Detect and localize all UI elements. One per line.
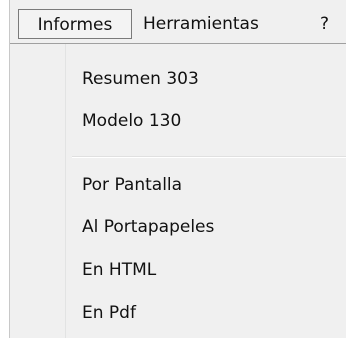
menu-separator — [72, 156, 346, 158]
menu-help[interactable]: ? — [320, 9, 329, 39]
informes-dropdown-menu: Resumen 303 Modelo 130 Por Pantalla Al P… — [10, 43, 346, 338]
menu-bar: Informes Herramientas ? — [10, 0, 346, 44]
menu-item-por-pantalla[interactable]: Por Pantalla — [82, 168, 182, 202]
window-left-edge — [0, 0, 10, 338]
menu-item-en-html[interactable]: En HTML — [82, 253, 156, 287]
menu-item-modelo-130[interactable]: Modelo 130 — [82, 104, 181, 138]
menu-item-en-pdf[interactable]: En Pdf — [82, 296, 136, 330]
menu-herramientas[interactable]: Herramientas — [143, 9, 259, 39]
menu-icon-gutter — [10, 44, 66, 338]
menu-informes[interactable]: Informes — [18, 9, 132, 39]
application-window: Informes Herramientas ? Resumen 303 Mode… — [0, 0, 346, 338]
menu-item-resumen-303[interactable]: Resumen 303 — [82, 62, 199, 96]
menu-item-al-portapapeles[interactable]: Al Portapapeles — [82, 210, 214, 244]
